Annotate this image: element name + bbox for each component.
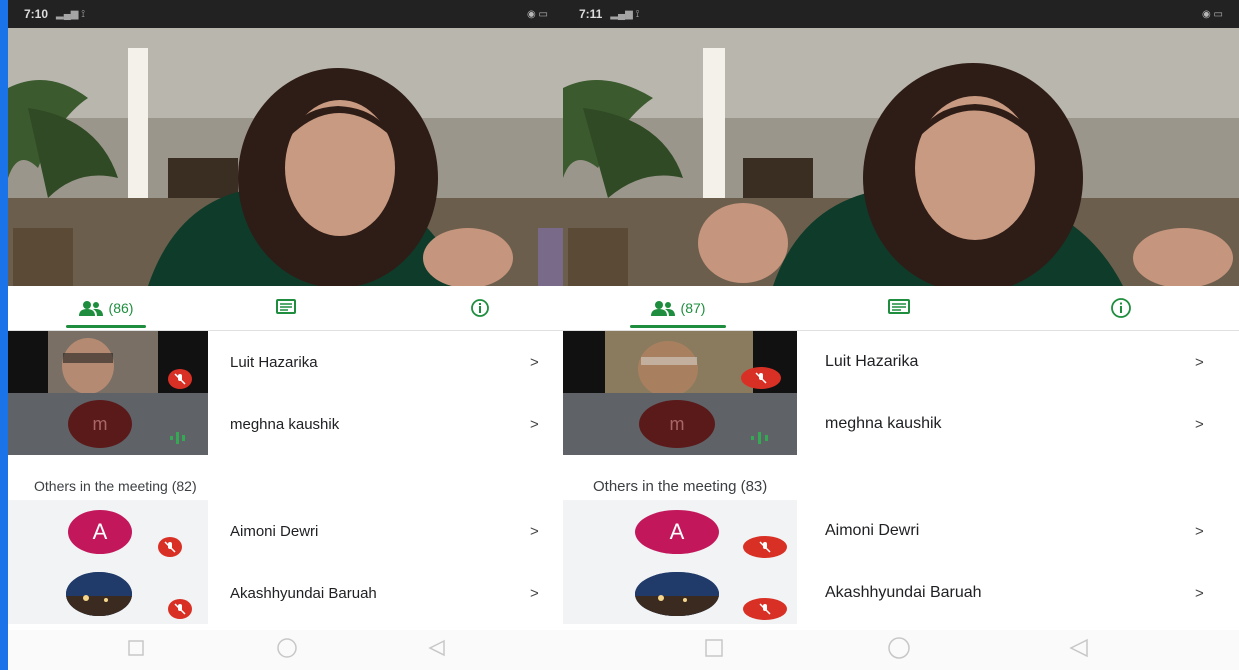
mic-off-icon [168, 369, 192, 389]
main-video[interactable] [8, 28, 564, 286]
participant-name: Aimoni Dewri [825, 522, 920, 539]
chevron-right-icon[interactable]: > [1195, 562, 1204, 624]
nav-recent-icon[interactable] [705, 638, 723, 662]
chat-icon [276, 299, 296, 314]
participant-row[interactable]: A Aimoni Dewri > [8, 500, 564, 562]
chevron-right-icon[interactable]: > [1195, 393, 1204, 455]
system-nav-bar [563, 630, 1239, 670]
avatar [635, 572, 719, 616]
speaking-icon [168, 431, 192, 450]
active-tab-indicator [66, 325, 146, 328]
people-icon [650, 301, 675, 316]
avatar: A [68, 510, 132, 554]
tab-people[interactable]: (86) [60, 286, 152, 330]
status-bar: 7:10 ▂▄▆ ⟟ ◉ ▭ [8, 0, 564, 28]
battery-icon: ◉ ▭ [527, 8, 548, 20]
participant-name: meghna kaushik [230, 415, 340, 433]
participant-row[interactable]: Luit Hazarika > [563, 331, 1239, 393]
avatar: m [639, 400, 715, 448]
participant-row[interactable]: A Aimoni Dewri > [563, 500, 1239, 562]
main-video[interactable] [563, 28, 1239, 286]
tab-info[interactable] [1101, 286, 1141, 330]
nav-home-icon[interactable] [887, 636, 911, 665]
participant-name: Akashhyundai Baruah [825, 584, 982, 601]
signal-icon: ▂▄▆ ⟟ [56, 8, 85, 20]
tab-bar: (86) [8, 286, 564, 331]
participant-row[interactable]: Akashhyundai Baruah > [563, 562, 1239, 624]
status-time: 7:10 [24, 7, 49, 21]
avatar: A [635, 510, 719, 554]
participants-count: (87) [680, 300, 706, 316]
tab-chat[interactable] [266, 286, 306, 330]
avatar-photo [66, 572, 132, 616]
nav-recent-icon[interactable] [128, 639, 144, 661]
mic-off-icon [741, 367, 781, 389]
participant-name: Aimoni Dewri [230, 522, 319, 540]
speaker-video-frame [8, 28, 564, 286]
signal-icon: ▂▄▆ ⟟ [610, 8, 640, 20]
people-icon [78, 301, 103, 316]
phone-screen-left: 7:10 ▂▄▆ ⟟ ◉ ▭ (86) Luit Hazarika > m me… [8, 0, 564, 670]
tab-bar: (87) [563, 286, 1239, 331]
participant-row[interactable]: Luit Hazarika > [8, 331, 564, 393]
participant-name: Luit Hazarika [825, 353, 919, 370]
status-time: 7:11 [579, 7, 603, 21]
status-bar: 7:11 ▂▄▆ ⟟ ◉ ▭ [563, 0, 1239, 28]
info-icon [1111, 298, 1131, 318]
participant-name: meghna kaushik [825, 415, 942, 432]
active-tab-indicator [630, 325, 726, 328]
speaker-video-frame [563, 28, 1239, 286]
speaking-icon [749, 431, 775, 450]
mic-off-icon [743, 536, 787, 558]
avatar: m [68, 400, 132, 448]
avatar-photo [635, 572, 719, 616]
nav-home-icon[interactable] [276, 637, 298, 664]
chevron-right-icon[interactable]: > [530, 562, 539, 624]
chevron-right-icon[interactable]: > [1195, 331, 1204, 393]
participants-count: (86) [108, 300, 134, 316]
info-icon [471, 299, 489, 317]
mic-off-icon [158, 537, 182, 557]
mic-off-icon [168, 599, 192, 619]
tab-people[interactable]: (87) [623, 286, 733, 330]
participant-name: Akashhyundai Baruah [230, 584, 377, 602]
mic-off-icon [743, 598, 787, 620]
tab-chat[interactable] [879, 286, 919, 330]
avatar [66, 572, 132, 616]
tab-info[interactable] [460, 286, 500, 330]
participant-row[interactable]: m meghna kaushik > [8, 393, 564, 455]
chevron-right-icon[interactable]: > [530, 331, 539, 393]
chevron-right-icon[interactable]: > [1195, 500, 1204, 562]
participant-row[interactable]: m meghna kaushik > [563, 393, 1239, 455]
chevron-right-icon[interactable]: > [530, 393, 539, 455]
system-nav-bar [8, 630, 564, 670]
participant-row[interactable]: Akashhyundai Baruah > [8, 562, 564, 624]
participant-name: Luit Hazarika [230, 353, 318, 371]
nav-back-icon[interactable] [1069, 638, 1089, 663]
chevron-right-icon[interactable]: > [530, 500, 539, 562]
battery-icon: ◉ ▭ [1202, 8, 1223, 20]
chat-icon [888, 299, 910, 314]
nav-back-icon[interactable] [428, 639, 446, 662]
phone-screen-right: 7:11 ▂▄▆ ⟟ ◉ ▭ (87) Luit Hazarika > m me… [563, 0, 1239, 670]
